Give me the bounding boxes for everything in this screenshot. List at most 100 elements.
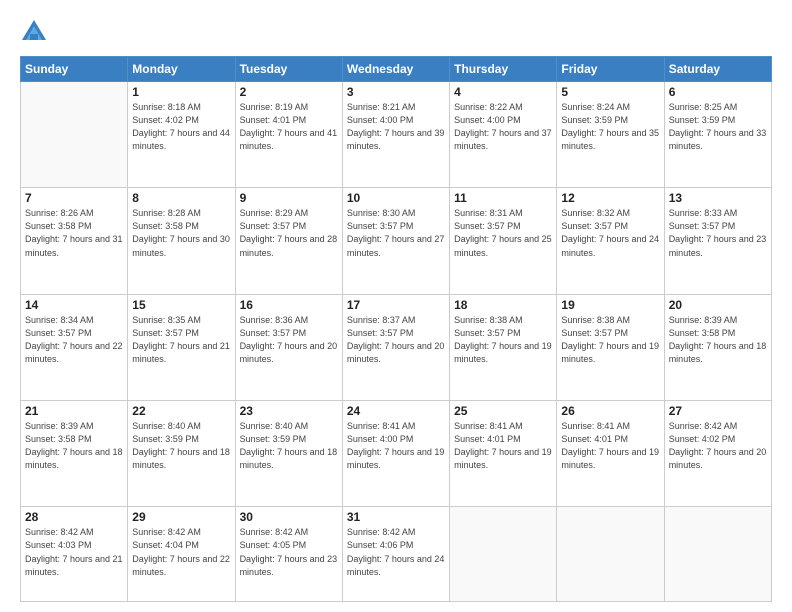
calendar-table: SundayMondayTuesdayWednesdayThursdayFrid… [20,56,772,602]
day-info: Sunrise: 8:34 AM Sunset: 3:57 PM Dayligh… [25,314,123,366]
calendar-cell: 21 Sunrise: 8:39 AM Sunset: 3:58 PM Dayli… [21,401,128,507]
weekday-header: Tuesday [235,57,342,82]
calendar-cell: 20 Sunrise: 8:39 AM Sunset: 3:58 PM Dayli… [664,294,771,400]
weekday-header: Monday [128,57,235,82]
calendar-cell: 12Sunrise: 8:32 AM Sunset: 3:57 PM Dayli… [557,188,664,294]
day-number: 6 [669,85,767,99]
calendar-cell: 10 Sunrise: 8:30 AM Sunset: 3:57 PM Dayli… [342,188,449,294]
page: SundayMondayTuesdayWednesdayThursdayFrid… [0,0,792,612]
day-info: Sunrise: 8:21 AM Sunset: 4:00 PM Dayligh… [347,101,445,153]
day-number: 1 [132,85,230,99]
day-info: Sunrise: 8:29 AM Sunset: 3:57 PM Dayligh… [240,207,338,259]
calendar-cell: 2 Sunrise: 8:19 AM Sunset: 4:01 PM Daylig… [235,82,342,188]
calendar-week-row: 14 Sunrise: 8:34 AM Sunset: 3:57 PM Dayli… [21,294,772,400]
day-number: 26 [561,404,659,418]
calendar-cell: 14 Sunrise: 8:34 AM Sunset: 3:57 PM Dayli… [21,294,128,400]
day-info: Sunrise: 8:18 AM Sunset: 4:02 PM Dayligh… [132,101,230,153]
day-info: Sunrise: 8:42 AM Sunset: 4:02 PM Dayligh… [669,420,767,472]
day-info: Sunrise: 8:41 AM Sunset: 4:01 PM Dayligh… [454,420,552,472]
weekday-header: Friday [557,57,664,82]
calendar-cell [450,507,557,602]
calendar-cell: 31 Sunrise: 8:42 AM Sunset: 4:06 PM Dayli… [342,507,449,602]
calendar-cell: 6 Sunrise: 8:25 AM Sunset: 3:59 PM Daylig… [664,82,771,188]
day-number: 25 [454,404,552,418]
day-number: 24 [347,404,445,418]
calendar-cell: 16Sunrise: 8:36 AM Sunset: 3:57 PM Dayli… [235,294,342,400]
header [20,18,772,46]
calendar-cell: 29Sunrise: 8:42 AM Sunset: 4:04 PM Dayli… [128,507,235,602]
day-number: 15 [132,298,230,312]
calendar-cell: 17 Sunrise: 8:37 AM Sunset: 3:57 PM Dayli… [342,294,449,400]
calendar-header-row: SundayMondayTuesdayWednesdayThursdayFrid… [21,57,772,82]
day-number: 10 [347,191,445,205]
day-info: Sunrise: 8:38 AM Sunset: 3:57 PM Dayligh… [561,314,659,366]
calendar-cell: 4Sunrise: 8:22 AM Sunset: 4:00 PM Daylig… [450,82,557,188]
calendar-week-row: 28Sunrise: 8:42 AM Sunset: 4:03 PM Dayli… [21,507,772,602]
calendar-cell: 23Sunrise: 8:40 AM Sunset: 3:59 PM Dayli… [235,401,342,507]
logo [20,18,52,46]
day-number: 31 [347,510,445,524]
day-number: 20 [669,298,767,312]
calendar-week-row: 21 Sunrise: 8:39 AM Sunset: 3:58 PM Dayli… [21,401,772,507]
calendar-cell: 5 Sunrise: 8:24 AM Sunset: 3:59 PM Daylig… [557,82,664,188]
day-number: 3 [347,85,445,99]
day-info: Sunrise: 8:42 AM Sunset: 4:04 PM Dayligh… [132,526,230,578]
day-info: Sunrise: 8:38 AM Sunset: 3:57 PM Dayligh… [454,314,552,366]
day-info: Sunrise: 8:42 AM Sunset: 4:05 PM Dayligh… [240,526,338,578]
calendar-cell: 19 Sunrise: 8:38 AM Sunset: 3:57 PM Dayli… [557,294,664,400]
day-number: 14 [25,298,123,312]
day-info: Sunrise: 8:25 AM Sunset: 3:59 PM Dayligh… [669,101,767,153]
day-info: Sunrise: 8:24 AM Sunset: 3:59 PM Dayligh… [561,101,659,153]
day-info: Sunrise: 8:26 AM Sunset: 3:58 PM Dayligh… [25,207,123,259]
day-info: Sunrise: 8:39 AM Sunset: 3:58 PM Dayligh… [25,420,123,472]
day-info: Sunrise: 8:22 AM Sunset: 4:00 PM Dayligh… [454,101,552,153]
day-info: Sunrise: 8:41 AM Sunset: 4:00 PM Dayligh… [347,420,445,472]
weekday-header: Wednesday [342,57,449,82]
day-info: Sunrise: 8:42 AM Sunset: 4:03 PM Dayligh… [25,526,123,578]
day-info: Sunrise: 8:19 AM Sunset: 4:01 PM Dayligh… [240,101,338,153]
day-number: 8 [132,191,230,205]
day-number: 5 [561,85,659,99]
day-number: 2 [240,85,338,99]
calendar-cell: 9 Sunrise: 8:29 AM Sunset: 3:57 PM Daylig… [235,188,342,294]
day-number: 21 [25,404,123,418]
day-number: 30 [240,510,338,524]
day-info: Sunrise: 8:40 AM Sunset: 3:59 PM Dayligh… [240,420,338,472]
calendar-week-row: 7 Sunrise: 8:26 AM Sunset: 3:58 PM Daylig… [21,188,772,294]
weekday-header: Saturday [664,57,771,82]
day-number: 12 [561,191,659,205]
calendar-cell [557,507,664,602]
calendar-cell: 3 Sunrise: 8:21 AM Sunset: 4:00 PM Daylig… [342,82,449,188]
day-number: 17 [347,298,445,312]
calendar-cell: 15Sunrise: 8:35 AM Sunset: 3:57 PM Dayli… [128,294,235,400]
day-info: Sunrise: 8:39 AM Sunset: 3:58 PM Dayligh… [669,314,767,366]
calendar-cell: 18 Sunrise: 8:38 AM Sunset: 3:57 PM Dayli… [450,294,557,400]
day-number: 13 [669,191,767,205]
calendar-cell: 24 Sunrise: 8:41 AM Sunset: 4:00 PM Dayli… [342,401,449,507]
day-info: Sunrise: 8:31 AM Sunset: 3:57 PM Dayligh… [454,207,552,259]
day-number: 27 [669,404,767,418]
calendar-week-row: 1 Sunrise: 8:18 AM Sunset: 4:02 PM Daylig… [21,82,772,188]
calendar-cell: 22 Sunrise: 8:40 AM Sunset: 3:59 PM Dayli… [128,401,235,507]
calendar-cell: 1 Sunrise: 8:18 AM Sunset: 4:02 PM Daylig… [128,82,235,188]
logo-icon [20,18,48,46]
calendar-cell: 11Sunrise: 8:31 AM Sunset: 3:57 PM Dayli… [450,188,557,294]
calendar-cell: 13 Sunrise: 8:33 AM Sunset: 3:57 PM Dayli… [664,188,771,294]
day-number: 18 [454,298,552,312]
day-info: Sunrise: 8:40 AM Sunset: 3:59 PM Dayligh… [132,420,230,472]
calendar-cell [21,82,128,188]
day-number: 19 [561,298,659,312]
calendar-cell: 8 Sunrise: 8:28 AM Sunset: 3:58 PM Daylig… [128,188,235,294]
day-number: 22 [132,404,230,418]
weekday-header: Sunday [21,57,128,82]
day-info: Sunrise: 8:28 AM Sunset: 3:58 PM Dayligh… [132,207,230,259]
day-info: Sunrise: 8:30 AM Sunset: 3:57 PM Dayligh… [347,207,445,259]
day-number: 7 [25,191,123,205]
calendar-cell: 7 Sunrise: 8:26 AM Sunset: 3:58 PM Daylig… [21,188,128,294]
day-number: 9 [240,191,338,205]
day-info: Sunrise: 8:42 AM Sunset: 4:06 PM Dayligh… [347,526,445,578]
calendar-cell: 25 Sunrise: 8:41 AM Sunset: 4:01 PM Dayli… [450,401,557,507]
day-info: Sunrise: 8:33 AM Sunset: 3:57 PM Dayligh… [669,207,767,259]
calendar-cell [664,507,771,602]
day-info: Sunrise: 8:37 AM Sunset: 3:57 PM Dayligh… [347,314,445,366]
